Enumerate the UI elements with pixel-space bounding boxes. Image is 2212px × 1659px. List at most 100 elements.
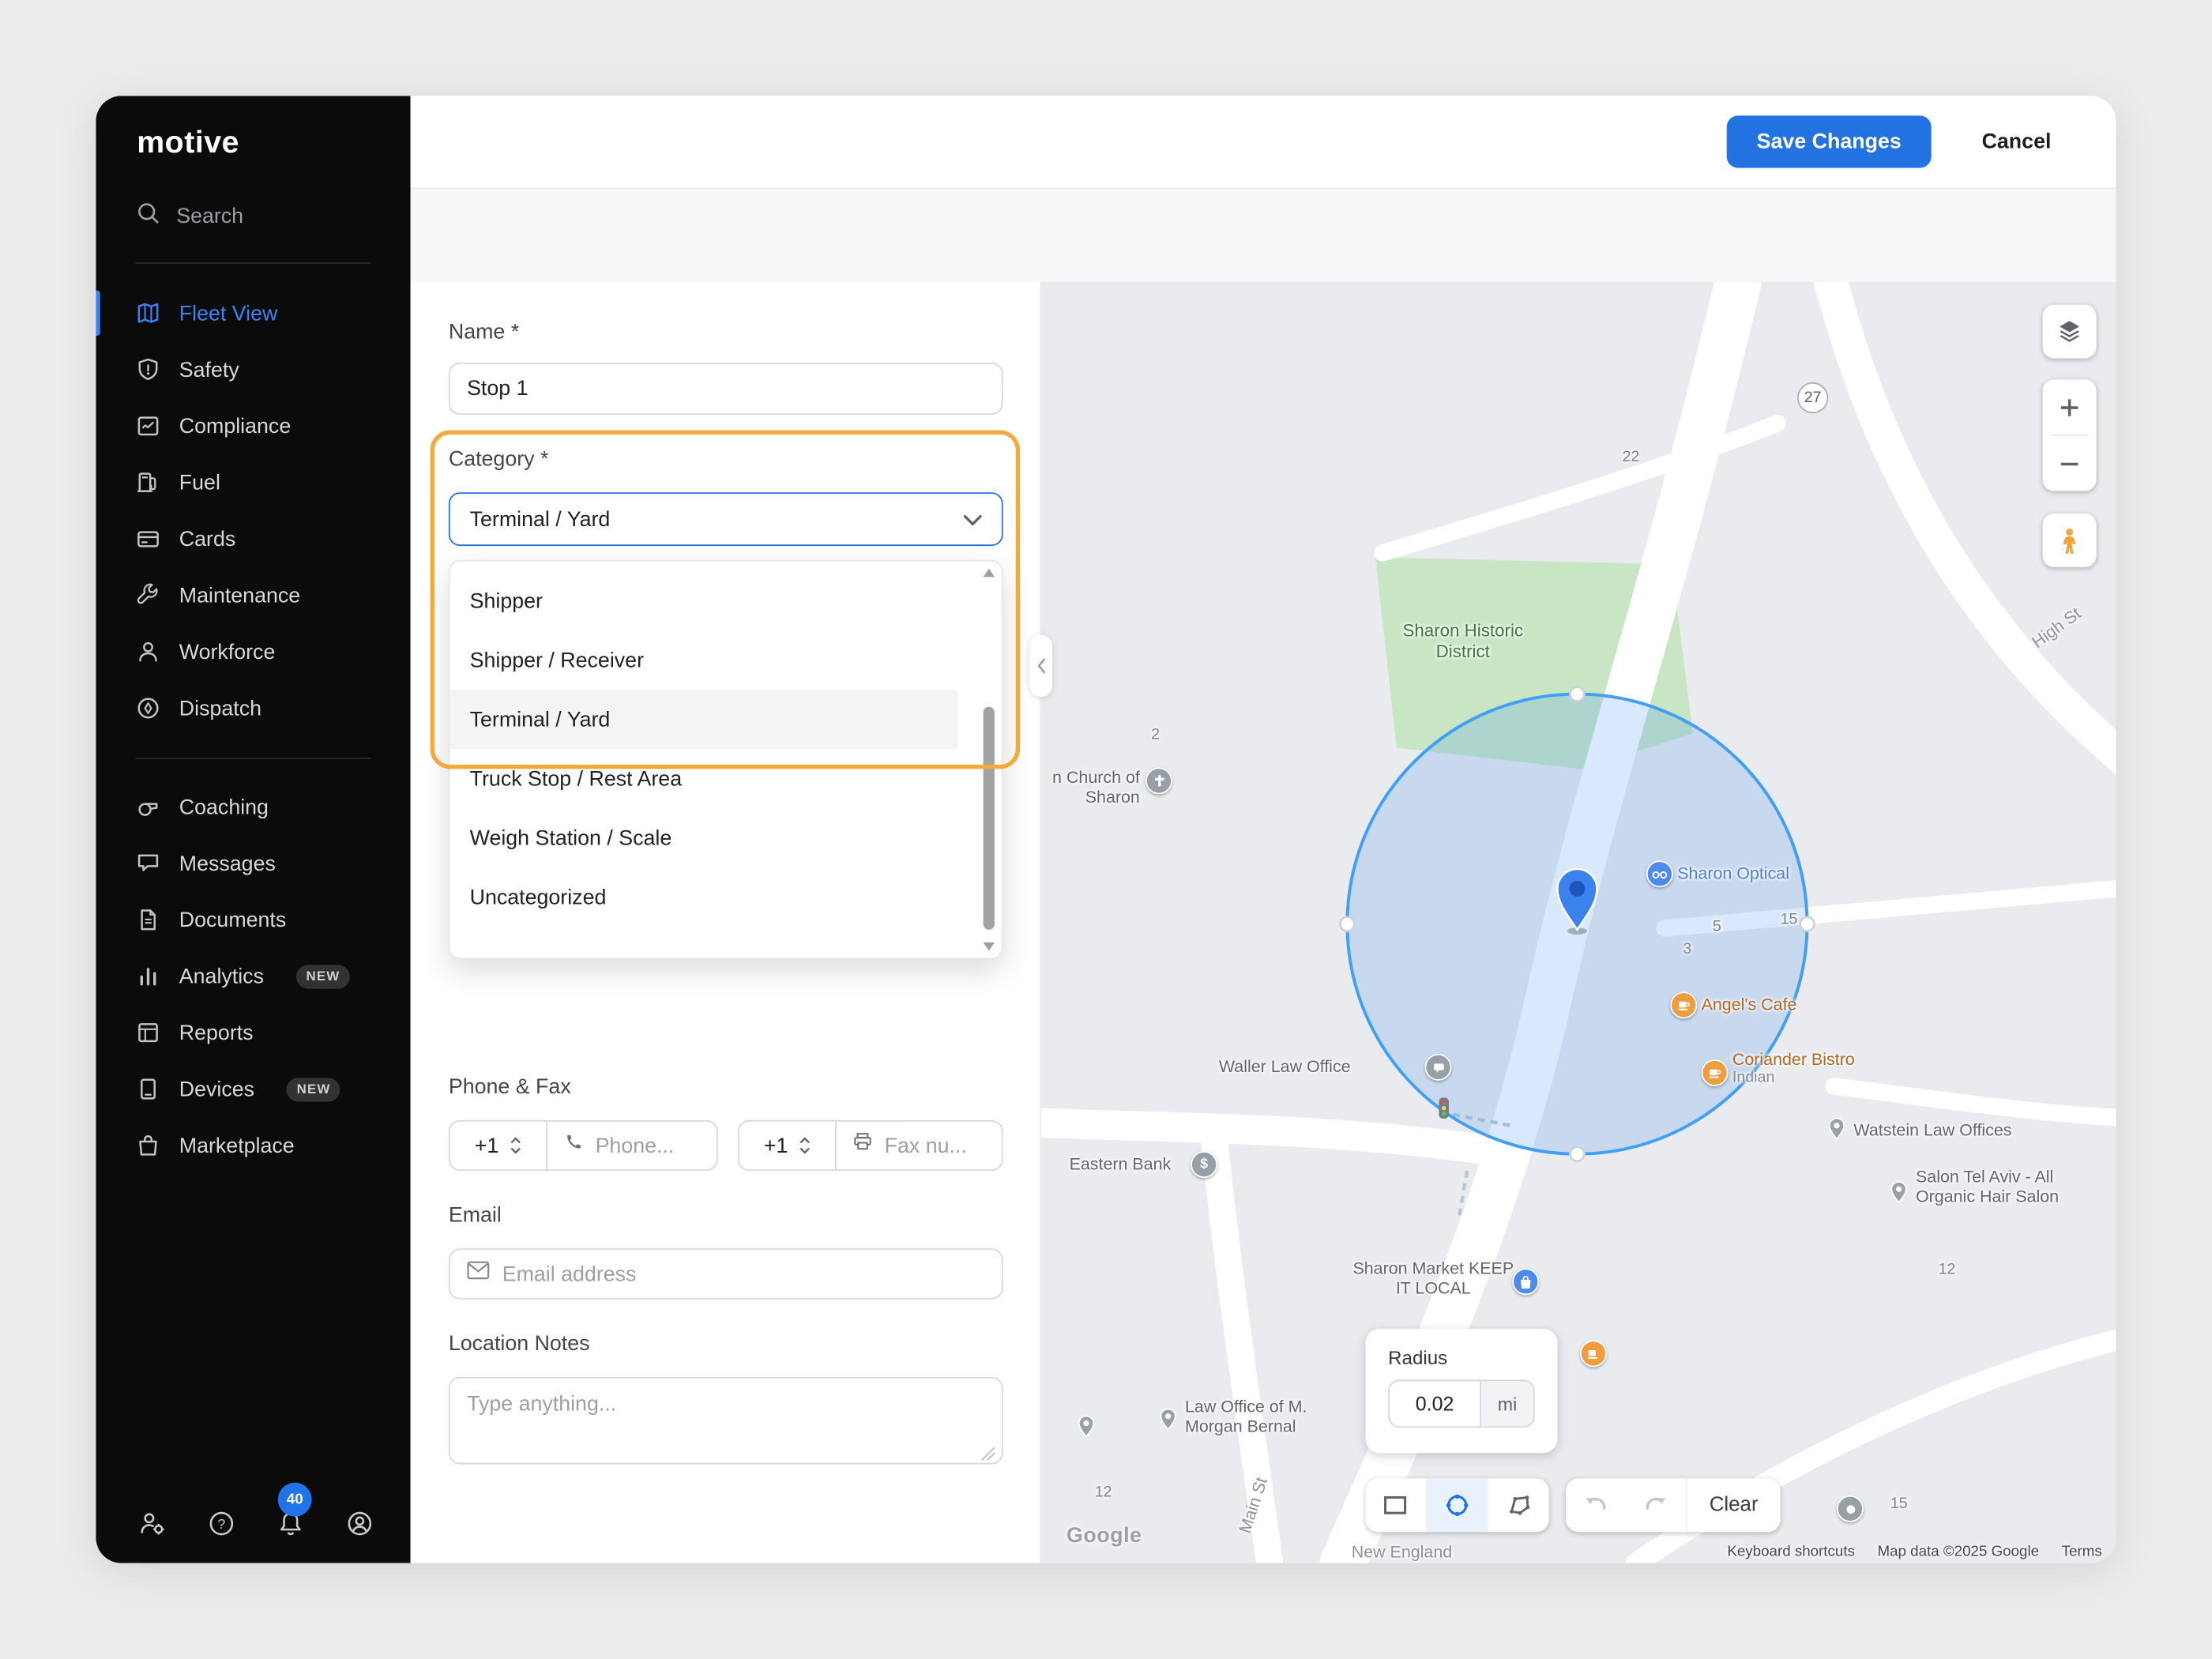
sidebar-divider-2 xyxy=(135,758,371,759)
sidebar-item-dispatch[interactable]: Dispatch xyxy=(96,680,410,736)
sidebar-item-workforce[interactable]: Workforce xyxy=(96,623,410,679)
sidebar-item-devices[interactable]: Devices NEW xyxy=(96,1061,410,1117)
sidebar-item-maintenance[interactable]: Maintenance xyxy=(96,567,410,623)
sidebar-item-label: Fuel xyxy=(179,471,220,495)
bistro-poi-icon xyxy=(1702,1059,1729,1086)
map-canvas[interactable]: Sharon Historic District n Church of Sha… xyxy=(1041,282,2116,1563)
zoom-in-button[interactable] xyxy=(2043,379,2097,434)
sidebar-item-fleet-view[interactable]: Fleet View xyxy=(96,285,410,341)
sidebar-item-coaching[interactable]: Coaching xyxy=(96,779,410,835)
new-badge: NEW xyxy=(287,1077,340,1100)
sidebar-nav-secondary: Coaching Messages Documents Analytics NE… xyxy=(96,779,410,1174)
keyboard-shortcuts-link[interactable]: Keyboard shortcuts xyxy=(1727,1544,1855,1560)
geofence-handle-west[interactable] xyxy=(1340,917,1354,931)
undo-button[interactable] xyxy=(1566,1478,1626,1532)
dropdown-item-truck-stop[interactable]: Truck Stop / Rest Area xyxy=(450,749,958,808)
notifications-bell-icon[interactable]: 40 xyxy=(276,1510,305,1538)
sidebar: motive Search Fleet View Safety xyxy=(96,96,410,1563)
sidebar-item-reports[interactable]: Reports xyxy=(96,1004,410,1060)
radius-label: Radius xyxy=(1388,1347,1535,1368)
stage: motive Search Fleet View Safety xyxy=(0,0,2212,1659)
fax-printer-icon xyxy=(852,1131,874,1160)
dropdown-item-terminal-yard[interactable]: Terminal / Yard xyxy=(450,690,958,749)
panel-collapse-handle[interactable] xyxy=(1030,635,1053,698)
geofence-handle-north[interactable] xyxy=(1570,687,1584,702)
save-changes-button[interactable]: Save Changes xyxy=(1727,115,1931,167)
circle-tool-button[interactable] xyxy=(1426,1478,1488,1532)
search-icon xyxy=(135,201,160,231)
sidebar-item-label: Maintenance xyxy=(179,583,300,607)
google-logo: Google xyxy=(1066,1524,1142,1548)
location-notes-textarea[interactable] xyxy=(449,1377,1003,1465)
dot-glyph xyxy=(1846,1504,1855,1513)
radius-input-group: 0.02 mi xyxy=(1388,1379,1535,1428)
fax-input[interactable] xyxy=(885,1134,987,1157)
redo-button[interactable] xyxy=(1626,1478,1686,1532)
scrollbar-thumb[interactable] xyxy=(984,707,995,930)
zoom-out-button[interactable] xyxy=(2043,436,2097,491)
scroll-down-arrow-icon[interactable] xyxy=(984,942,995,951)
terms-link[interactable]: Terms xyxy=(2062,1544,2102,1560)
sidebar-item-messages[interactable]: Messages xyxy=(96,835,410,891)
cafe2-poi-icon xyxy=(1580,1340,1607,1367)
phone-input[interactable] xyxy=(596,1134,702,1157)
compass-icon xyxy=(135,695,160,720)
sidebar-item-label: Safety xyxy=(179,358,239,382)
radius-unit: mi xyxy=(1481,1379,1535,1428)
map-layers-button[interactable] xyxy=(2043,305,2097,359)
email-input[interactable] xyxy=(502,1262,985,1285)
minus-icon xyxy=(2058,452,2081,475)
map-icon xyxy=(135,300,160,325)
map-label-waller: Waller Law Office xyxy=(1219,1056,1351,1076)
radius-value-input[interactable]: 0.02 xyxy=(1388,1379,1481,1428)
category-select[interactable]: Terminal / Yard xyxy=(449,492,1003,546)
shopping-bag-icon xyxy=(135,1133,160,1158)
map-number-12b: 12 xyxy=(1939,1261,1956,1277)
map-number-22: 22 xyxy=(1623,449,1640,465)
clear-button[interactable]: Clear xyxy=(1687,1494,1781,1517)
map-label-market: Sharon Market KEEP IT LOCAL xyxy=(1349,1258,1518,1299)
phone-country-select[interactable]: +1 xyxy=(449,1120,547,1171)
geofence-handle-east[interactable] xyxy=(1800,917,1815,931)
fax-country-select[interactable]: +1 xyxy=(738,1120,837,1171)
email-label: Email xyxy=(449,1203,502,1227)
generic-pin-icon xyxy=(1078,1415,1094,1445)
salon-pin-icon xyxy=(1890,1181,1907,1210)
dropdown-item-shipper[interactable]: Shipper xyxy=(450,571,958,630)
name-input[interactable] xyxy=(449,363,1003,415)
dropdown-item-uncategorized[interactable]: Uncategorized xyxy=(450,867,958,927)
sidebar-item-documents[interactable]: Documents xyxy=(96,892,410,948)
map-number-5: 5 xyxy=(1713,918,1721,935)
help-icon[interactable]: ? xyxy=(207,1510,235,1538)
scroll-up-arrow-icon[interactable] xyxy=(984,569,995,577)
category-selected-value: Terminal / Yard xyxy=(470,507,611,531)
sidebar-search-label: Search xyxy=(176,204,243,228)
phone-input-box xyxy=(547,1120,718,1171)
sidebar-item-compliance[interactable]: Compliance xyxy=(96,398,410,454)
dropdown-item-shipper-receiver[interactable]: Shipper / Receiver xyxy=(450,630,958,690)
street-view-pegman-button[interactable] xyxy=(2043,514,2097,567)
sidebar-search[interactable]: Search xyxy=(135,201,243,231)
geofence-handle-south[interactable] xyxy=(1570,1147,1584,1161)
sidebar-item-safety[interactable]: Safety xyxy=(96,341,410,397)
dropdown-item-partial[interactable] xyxy=(450,927,958,955)
polygon-tool-button[interactable] xyxy=(1488,1478,1549,1532)
sidebar-item-marketplace[interactable]: Marketplace xyxy=(96,1117,410,1173)
dropdown-scrollbar[interactable] xyxy=(980,569,997,951)
whistle-icon xyxy=(135,794,160,819)
admin-settings-icon[interactable] xyxy=(138,1510,167,1538)
sidebar-item-label: Analytics xyxy=(179,965,264,988)
profile-icon[interactable] xyxy=(345,1510,374,1538)
cancel-button[interactable]: Cancel xyxy=(1973,128,2060,155)
name-label: Name * xyxy=(449,320,519,344)
sidebar-item-analytics[interactable]: Analytics NEW xyxy=(96,948,410,1004)
sidebar-item-fuel[interactable]: Fuel xyxy=(96,454,410,510)
rectangle-tool-button[interactable] xyxy=(1366,1478,1426,1532)
map-label-salon: Salon Tel Aviv - All Organic Hair Salon xyxy=(1916,1167,2106,1207)
map-label-bank: Eastern Bank xyxy=(1070,1154,1172,1174)
shield-icon xyxy=(135,357,160,382)
bistro-cuisine: Indian xyxy=(1732,1070,1855,1086)
dropdown-item-weigh-station[interactable]: Weigh Station / Scale xyxy=(450,808,958,867)
sidebar-item-cards[interactable]: Cards xyxy=(96,510,410,566)
redo-icon xyxy=(1640,1490,1671,1521)
